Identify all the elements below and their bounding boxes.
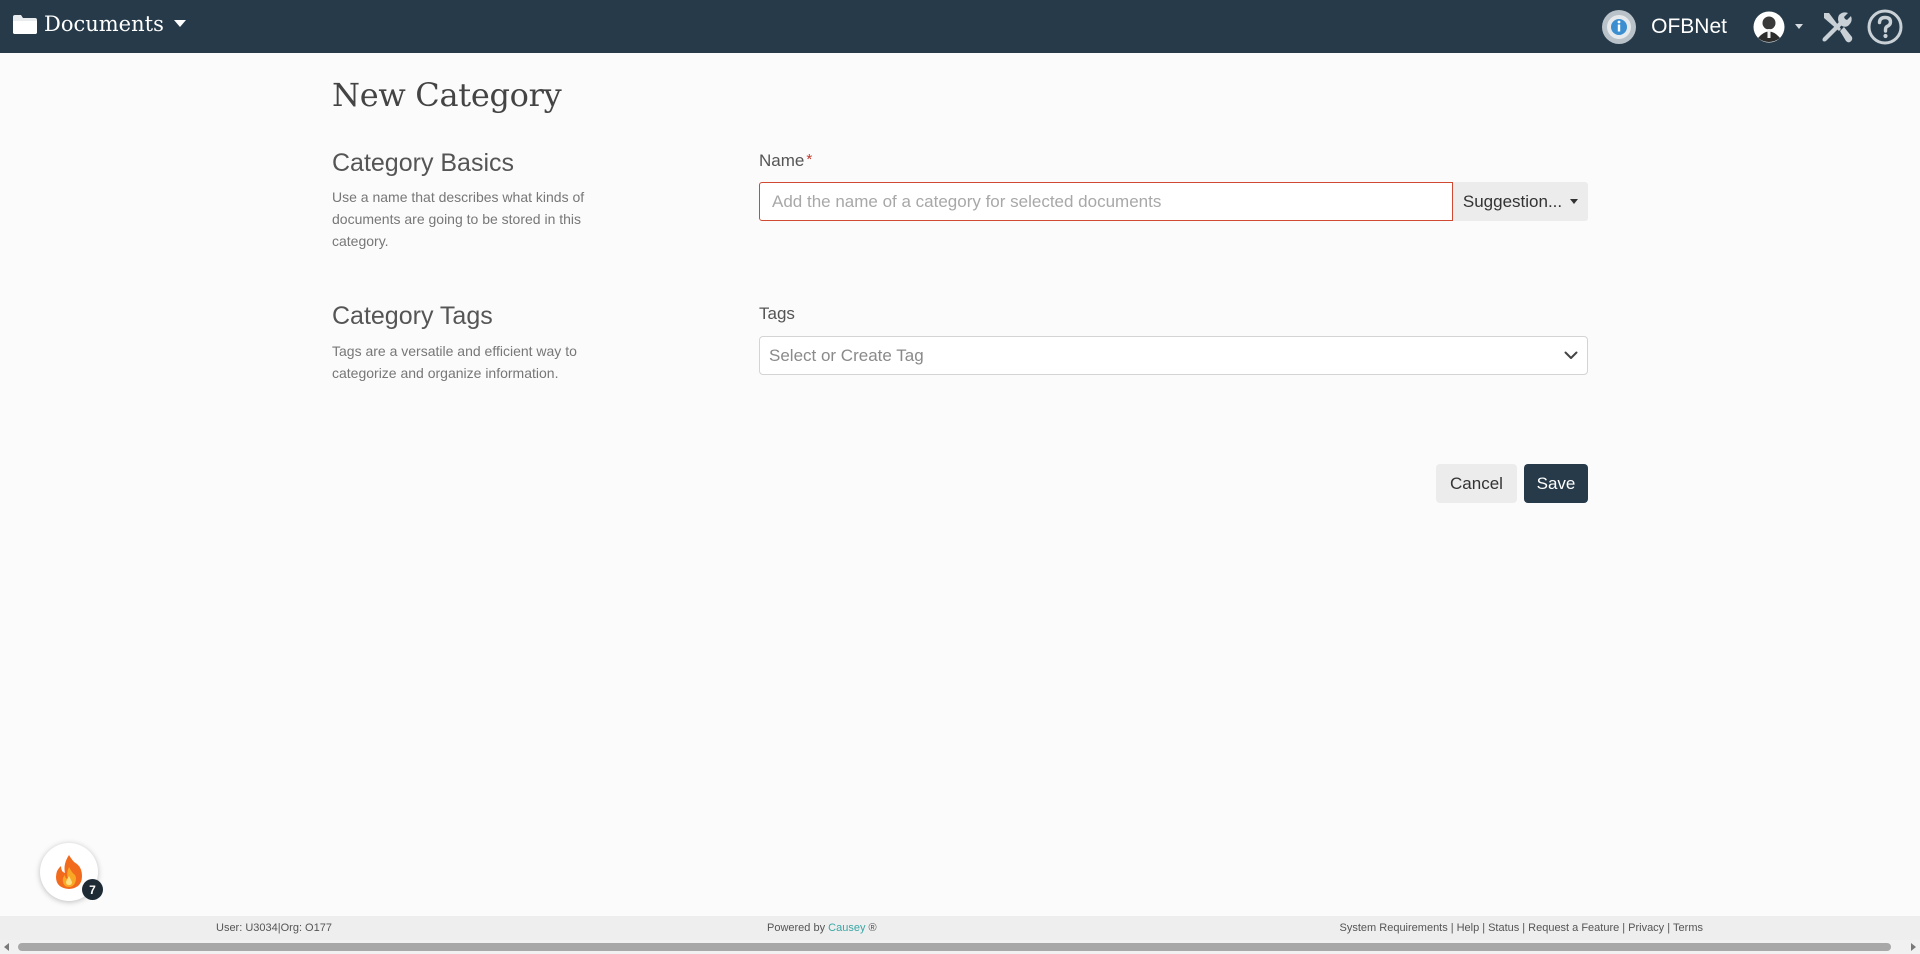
chevron-down-icon [1795,23,1803,29]
footer-separator: | [1522,922,1526,934]
system-requirements-link[interactable]: System Requirements [1340,922,1448,934]
user-menu[interactable] [1753,11,1803,43]
chevron-down-icon [1564,351,1578,359]
footer-separator: | [1450,922,1454,934]
footer-user-info: User: U3034|Org: O177 [216,922,332,934]
caret-down-icon [1570,198,1579,204]
category-basics-description: Use a name that describes what kinds of … [332,189,585,249]
footer-links: System Requirements | Help | Status | Request … [1340,922,1703,934]
footer: User: U3034|Org: O177 Powered by Causey … [0,916,1920,940]
scroll-left-arrow-icon[interactable] [3,943,11,951]
category-tags-description: Tags are a versatile and efficient way t… [332,343,577,381]
footer-separator: | [1667,922,1671,934]
horizontal-scrollbar[interactable] [0,940,1920,954]
category-name-input[interactable] [759,182,1453,221]
help-link[interactable]: Help [1457,922,1480,934]
request-feature-link[interactable]: Request a Feature [1528,922,1619,934]
org-name[interactable]: OFBNet [1651,15,1727,39]
page-title: New Category [332,76,562,114]
folder-icon [13,15,37,34]
top-navbar: Documents OFBNet [0,0,1920,53]
documents-menu[interactable]: Documents [12,12,186,36]
tools-icon[interactable] [1819,9,1855,45]
registered-mark: ® [868,922,877,934]
cancel-button[interactable]: Cancel [1436,464,1517,503]
name-label: Name * [759,151,812,171]
footer-powered-by: Powered by Causey ® [767,922,877,934]
category-tags-title: Category Tags [332,302,493,330]
flame-icon [56,855,82,889]
scrollbar-thumb[interactable] [18,943,1891,951]
notification-count-badge: 7 [82,879,103,900]
privacy-link[interactable]: Privacy [1628,922,1664,934]
status-link[interactable]: Status [1488,922,1519,934]
footer-separator: | [1622,922,1626,934]
navbar-right: OFBNet [1601,0,1920,53]
tags-label: Tags [759,304,795,323]
powered-by-prefix: Powered by [767,922,826,934]
scroll-right-arrow-icon[interactable] [1909,943,1917,951]
suggestions-dropdown-button[interactable]: Suggestion... [1453,182,1588,221]
name-label-text: Name [759,151,805,170]
info-badge-icon[interactable] [1601,9,1637,45]
chevron-down-icon [173,20,186,27]
causey-link[interactable]: Causey [828,922,865,934]
suggestions-label: Suggestion... [1462,191,1563,211]
user-avatar-icon [1753,11,1785,42]
category-basics-title: Category Basics [332,149,515,177]
help-circle-icon[interactable] [1867,9,1903,45]
documents-menu-label: Documents [44,12,164,36]
footer-separator: | [1482,922,1486,934]
tags-select[interactable]: Select or Create Tag [759,336,1588,375]
tags-select-placeholder: Select or Create Tag [769,345,924,365]
save-button[interactable]: Save [1524,464,1588,503]
terms-link[interactable]: Terms [1673,922,1703,934]
required-indicator: * [806,151,813,168]
